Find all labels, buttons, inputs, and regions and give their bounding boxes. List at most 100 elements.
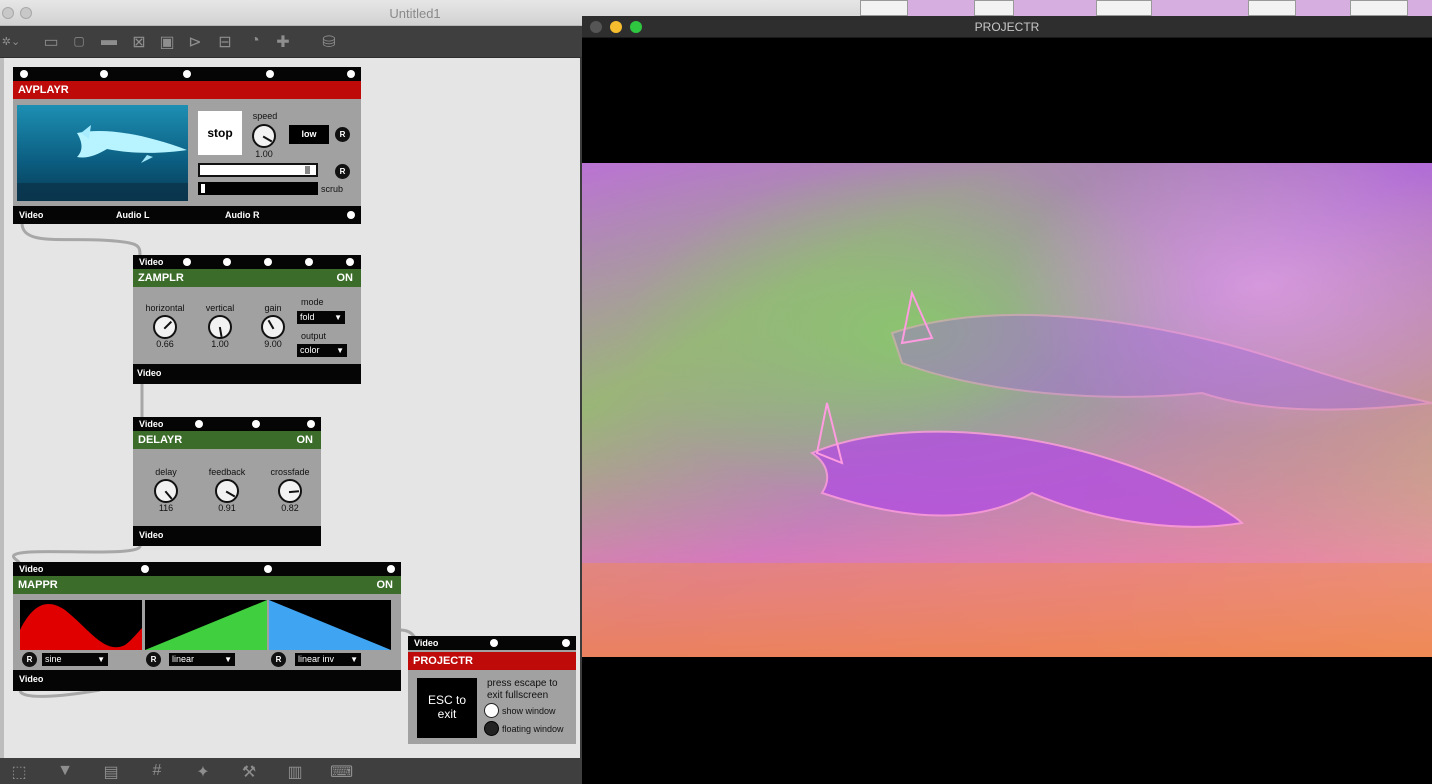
module-header[interactable]: ZAMPLR ON: [133, 269, 361, 287]
floating-window-toggle[interactable]: [484, 721, 499, 736]
outlet-strip: Video: [133, 364, 361, 384]
module-header[interactable]: AVPLAYR: [13, 81, 361, 99]
linear-curve-display[interactable]: [145, 600, 267, 650]
curve-value: sine: [45, 654, 62, 664]
delay-dial[interactable]: [154, 479, 178, 503]
video-preview: [17, 105, 188, 201]
presentation-mode-icon[interactable]: ▼: [54, 762, 76, 780]
outlet-strip: Video Audio L Audio R: [13, 206, 361, 224]
layers-icon[interactable]: ▤: [100, 762, 122, 782]
outlet-label: Audio R: [225, 210, 260, 220]
inlet-dot[interactable]: [195, 420, 203, 428]
scrub-slider[interactable]: [198, 182, 318, 195]
zamplr-module[interactable]: Video ZAMPLR ON horizontal 0.66 vertical…: [133, 255, 361, 384]
position-slider[interactable]: [198, 163, 318, 177]
desktop-thumbnail-strip: [860, 0, 1432, 16]
inlet-dot[interactable]: [183, 70, 191, 78]
quality-toggle[interactable]: low: [289, 125, 329, 144]
grid-icon[interactable]: #: [146, 762, 168, 780]
hint-line: press escape to: [487, 678, 558, 689]
delayr-module[interactable]: Video DELAYR ON delay 116 feedback 0.91 …: [133, 417, 321, 546]
horizontal-dial[interactable]: [153, 315, 177, 339]
feedback-value: 0.91: [218, 503, 236, 513]
crossfade-value: 0.82: [281, 503, 299, 513]
inlet-dot[interactable]: [100, 70, 108, 78]
patch-cable[interactable]: [20, 222, 142, 257]
outlet-dot[interactable]: [347, 211, 355, 219]
window-thumbnail[interactable]: [1248, 0, 1296, 16]
reset-button[interactable]: R: [22, 652, 37, 667]
inlet-dot[interactable]: [490, 639, 498, 647]
inlet-label: Video: [139, 419, 164, 429]
sine-curve-display[interactable]: [20, 600, 142, 650]
module-header[interactable]: MAPPR ON: [13, 576, 401, 594]
inlet-dot[interactable]: [305, 258, 313, 266]
chevron-down-icon: ▼: [334, 313, 342, 322]
inlet-dot[interactable]: [387, 565, 395, 573]
delay-value: 116: [158, 503, 174, 513]
inlet-dot[interactable]: [252, 420, 260, 428]
mode-label: mode: [301, 297, 324, 307]
gain-dial[interactable]: [261, 315, 285, 339]
delay-label: delay: [155, 467, 177, 477]
crossfade-label: crossfade: [270, 467, 310, 477]
projectr-module[interactable]: Video PROJECTR ESC to exit press escape …: [408, 636, 576, 744]
curve-dropdown[interactable]: linear ▼: [169, 653, 235, 666]
inlet-dot[interactable]: [264, 258, 272, 266]
reset-button[interactable]: R: [271, 652, 286, 667]
inlet-dot[interactable]: [346, 258, 354, 266]
window-thumbnail[interactable]: [1096, 0, 1152, 16]
vertical-value: 1.00: [211, 339, 229, 349]
snap-icon[interactable]: ✦: [192, 762, 214, 782]
feedback-dial[interactable]: [215, 479, 239, 503]
module-header[interactable]: PROJECTR: [408, 652, 576, 670]
vertical-dial[interactable]: [208, 315, 232, 339]
mappr-module[interactable]: Video MAPPR ON R sine ▼ R linear ▼ R lin…: [13, 562, 401, 691]
avplayr-module[interactable]: AVPLAYR stop speed 1.00 low R R scrub Vi…: [13, 67, 361, 224]
wrench-icon[interactable]: ⚒: [238, 762, 260, 782]
vertical-label: vertical: [205, 303, 235, 313]
module-header[interactable]: DELAYR ON: [133, 431, 321, 449]
crossfade-dial[interactable]: [278, 479, 302, 503]
reset-button[interactable]: R: [335, 127, 350, 142]
on-toggle[interactable]: ON: [337, 272, 354, 284]
keyboard-icon[interactable]: ⌨: [330, 762, 353, 782]
inlet-dot[interactable]: [266, 70, 274, 78]
curve-dropdown[interactable]: sine ▼: [42, 653, 108, 666]
inlet-dot[interactable]: [223, 258, 231, 266]
inlet-strip: Video: [13, 562, 401, 576]
select-icon[interactable]: ⬚: [8, 762, 30, 782]
inlet-label: Video: [414, 638, 439, 648]
piano-icon[interactable]: ▥: [284, 762, 306, 782]
window-title: PROJECTR: [974, 20, 1040, 34]
chevron-down-icon: ▼: [336, 346, 344, 355]
window-thumbnail[interactable]: [974, 0, 1014, 16]
inlet-dot[interactable]: [20, 70, 28, 78]
output-dropdown[interactable]: color ▼: [297, 344, 347, 357]
inlet-dot[interactable]: [264, 565, 272, 573]
speed-dial[interactable]: [252, 124, 276, 148]
inlet-dot[interactable]: [562, 639, 570, 647]
reset-button[interactable]: R: [335, 164, 350, 179]
inlet-dot[interactable]: [141, 565, 149, 573]
inlet-dot[interactable]: [307, 420, 315, 428]
output-label: output: [301, 331, 327, 341]
projector-window[interactable]: PROJECTR: [582, 16, 1432, 784]
window-thumbnail[interactable]: [860, 0, 908, 16]
hint-line: exit fullscreen: [487, 690, 549, 701]
horizontal-value: 0.66: [156, 339, 174, 349]
linear-inv-curve-display[interactable]: [269, 600, 391, 650]
esc-exit-button[interactable]: ESC to exit: [417, 678, 477, 738]
mode-value: fold: [300, 312, 315, 322]
inlet-dot[interactable]: [347, 70, 355, 78]
module-title: ZAMPLR: [138, 272, 184, 284]
curve-dropdown[interactable]: linear inv ▼: [295, 653, 361, 666]
show-window-toggle[interactable]: [484, 703, 499, 718]
on-toggle[interactable]: ON: [377, 579, 394, 591]
mode-dropdown[interactable]: fold ▼: [297, 311, 345, 324]
gain-label: gain: [264, 303, 282, 313]
window-thumbnail[interactable]: [1350, 0, 1408, 16]
on-toggle[interactable]: ON: [297, 434, 314, 446]
reset-button[interactable]: R: [146, 652, 161, 667]
inlet-dot[interactable]: [183, 258, 191, 266]
